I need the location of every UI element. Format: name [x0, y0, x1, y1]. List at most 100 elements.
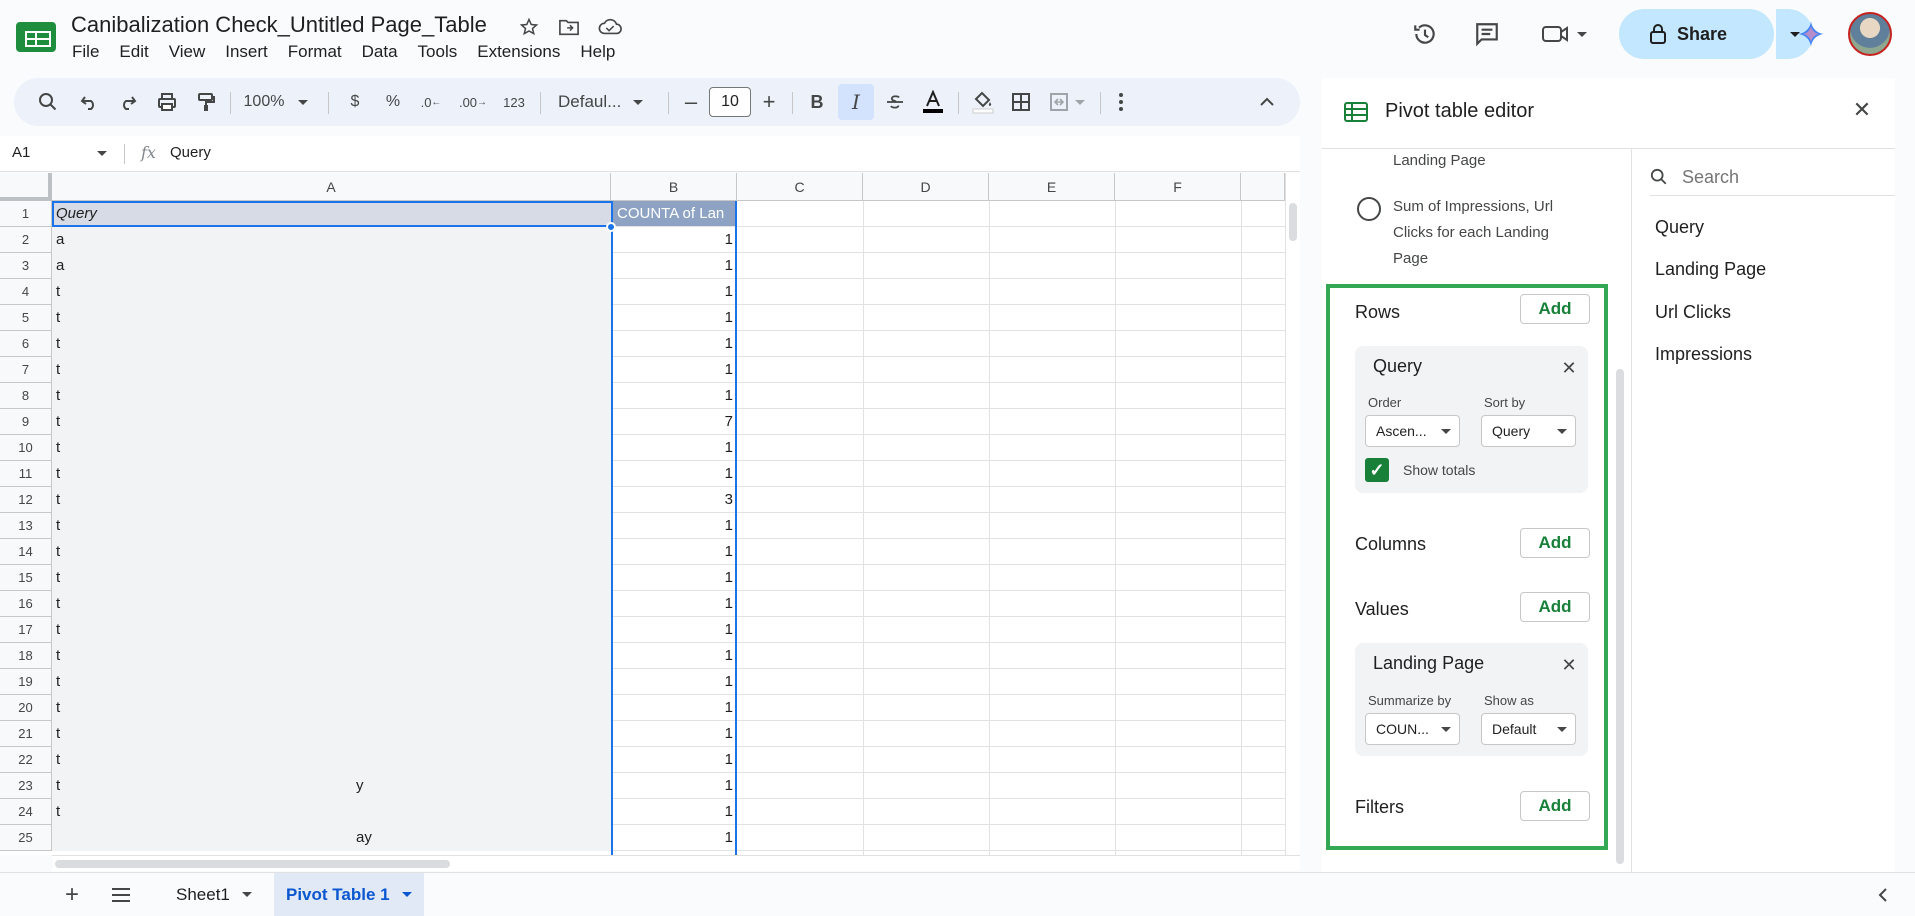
- add-columns-button[interactable]: Add: [1520, 528, 1590, 558]
- vertical-scrollbar[interactable]: [1285, 173, 1300, 855]
- star-icon[interactable]: [516, 14, 542, 40]
- horizontal-scrollbar[interactable]: [52, 855, 1300, 871]
- cell-a[interactable]: t: [52, 513, 611, 539]
- field-query[interactable]: Query: [1655, 217, 1704, 238]
- cell-a[interactable]: t: [52, 331, 611, 357]
- row-header[interactable]: 16: [0, 591, 52, 617]
- more-formats-button[interactable]: 123: [496, 78, 532, 126]
- row-header[interactable]: 3: [0, 253, 52, 279]
- strikethrough-icon[interactable]: [878, 78, 912, 126]
- row-header[interactable]: 21: [0, 721, 52, 747]
- row-header[interactable]: 5: [0, 305, 52, 331]
- add-filters-button[interactable]: Add: [1520, 791, 1590, 821]
- select-all-corner[interactable]: [0, 173, 52, 201]
- bold-button[interactable]: B: [800, 78, 834, 126]
- document-title[interactable]: Canibalization Check_Untitled Page_Table: [71, 12, 487, 38]
- summarize-by-select[interactable]: COUN...: [1365, 713, 1460, 745]
- formula-input[interactable]: Query: [170, 144, 211, 161]
- add-values-button[interactable]: Add: [1520, 592, 1590, 622]
- row-header[interactable]: 18: [0, 643, 52, 669]
- remove-row-field-icon[interactable]: ✕: [1557, 356, 1581, 380]
- gemini-icon[interactable]: [1795, 18, 1827, 50]
- sheet-tab-pivot-table-1[interactable]: Pivot Table 1: [274, 873, 424, 916]
- fill-handle[interactable]: [606, 222, 616, 232]
- text-color-icon[interactable]: [916, 78, 950, 126]
- show-as-select[interactable]: Default: [1481, 713, 1576, 745]
- paint-format-icon[interactable]: [190, 78, 222, 126]
- column-header-e[interactable]: E: [989, 173, 1115, 201]
- menu-help[interactable]: Help: [580, 42, 615, 62]
- collapse-menus-icon[interactable]: [1250, 78, 1284, 126]
- cell-a[interactable]: ay: [52, 825, 611, 851]
- menu-format[interactable]: Format: [288, 42, 342, 62]
- menu-file[interactable]: File: [72, 42, 99, 62]
- italic-button[interactable]: I: [838, 84, 874, 120]
- row-header[interactable]: 11: [0, 461, 52, 487]
- column-header-d[interactable]: D: [863, 173, 989, 201]
- print-icon[interactable]: [151, 78, 183, 126]
- column-header-a[interactable]: A: [52, 173, 611, 201]
- add-sheet-icon[interactable]: +: [56, 873, 88, 916]
- cell-a[interactable]: ty: [52, 773, 611, 799]
- sheets-logo-icon[interactable]: [16, 22, 56, 52]
- row-header[interactable]: 22: [0, 747, 52, 773]
- collapse-side-panel-icon[interactable]: [1868, 873, 1898, 916]
- menu-extensions[interactable]: Extensions: [477, 42, 560, 62]
- row-header[interactable]: 8: [0, 383, 52, 409]
- close-icon[interactable]: ✕: [1850, 97, 1874, 122]
- cell-a[interactable]: t: [52, 799, 611, 825]
- cell-a[interactable]: t: [52, 305, 611, 331]
- cell-a[interactable]: t: [52, 539, 611, 565]
- increase-font-size-button[interactable]: +: [754, 78, 784, 126]
- fill-color-icon[interactable]: [966, 78, 1000, 126]
- column-header-c[interactable]: C: [737, 173, 863, 201]
- search-menus-icon[interactable]: [32, 78, 64, 126]
- cloud-saved-icon[interactable]: [597, 14, 623, 40]
- row-header[interactable]: 20: [0, 695, 52, 721]
- cell-a[interactable]: t: [52, 357, 611, 383]
- comments-icon[interactable]: [1471, 18, 1503, 50]
- cell-a[interactable]: t: [52, 279, 611, 305]
- cell-a[interactable]: t: [52, 435, 611, 461]
- cell-a[interactable]: a: [52, 253, 611, 279]
- cell-a[interactable]: t: [52, 565, 611, 591]
- borders-icon[interactable]: [1004, 78, 1038, 126]
- increase-decimal-button[interactable]: .00 →: [454, 78, 492, 126]
- percent-format-button[interactable]: %: [378, 78, 408, 126]
- redo-icon[interactable]: [112, 78, 144, 126]
- order-select[interactable]: Ascen...: [1365, 415, 1460, 447]
- column-header-g[interactable]: [1241, 173, 1285, 201]
- currency-format-button[interactable]: $: [340, 78, 370, 126]
- decrease-decimal-button[interactable]: .0 ←: [414, 78, 448, 126]
- panel-scrollbar[interactable]: [1616, 369, 1624, 864]
- row-header[interactable]: 24: [0, 799, 52, 825]
- name-box[interactable]: A1: [12, 144, 107, 161]
- row-header[interactable]: 14: [0, 539, 52, 565]
- cell-a[interactable]: t: [52, 747, 611, 773]
- row-header[interactable]: 9: [0, 409, 52, 435]
- field-search-input[interactable]: [1682, 164, 1882, 190]
- cell-a[interactable]: t: [52, 617, 611, 643]
- font-family-select[interactable]: Defaul...: [548, 78, 660, 126]
- row-header[interactable]: 25: [0, 825, 52, 851]
- cell-a[interactable]: t: [52, 669, 611, 695]
- row-header[interactable]: 7: [0, 357, 52, 383]
- add-rows-button[interactable]: Add: [1520, 294, 1590, 324]
- cell-a[interactable]: t: [52, 383, 611, 409]
- row-header[interactable]: 10: [0, 435, 52, 461]
- menu-view[interactable]: View: [169, 42, 206, 62]
- cell-a[interactable]: t: [52, 409, 611, 435]
- row-header[interactable]: 2: [0, 227, 52, 253]
- undo-icon[interactable]: [73, 78, 105, 126]
- font-size-input[interactable]: 10: [709, 87, 751, 117]
- cell-a[interactable]: a: [52, 227, 611, 253]
- column-header-f[interactable]: F: [1115, 173, 1241, 201]
- cell-a[interactable]: t: [52, 721, 611, 747]
- cell-a[interactable]: t: [52, 695, 611, 721]
- cell-a[interactable]: t: [52, 487, 611, 513]
- cell-a[interactable]: t: [52, 461, 611, 487]
- suggestion-2-radio[interactable]: [1357, 197, 1381, 221]
- zoom-select[interactable]: 100%: [236, 78, 316, 126]
- all-sheets-icon[interactable]: [104, 873, 138, 916]
- row-header[interactable]: 1: [0, 201, 52, 227]
